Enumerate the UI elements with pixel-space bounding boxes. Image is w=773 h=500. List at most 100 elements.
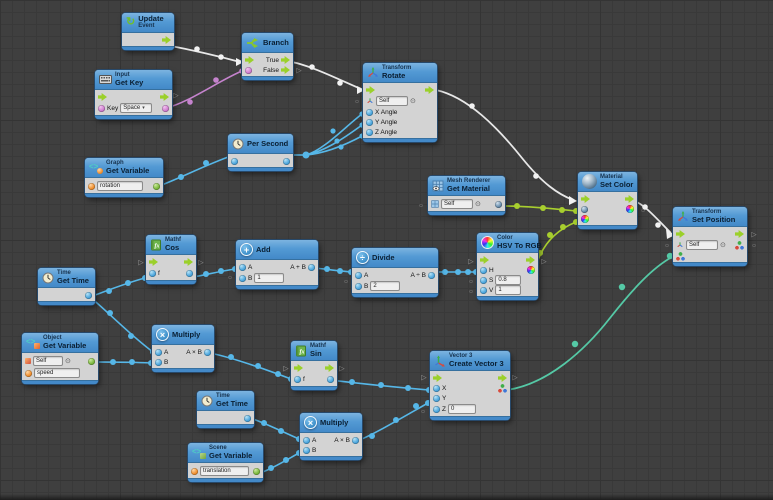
unconnected-flow-marker[interactable]: ▷ [512,375,517,382]
node-create-vector3[interactable]: Vector 3 Create Vector 3 X Y Z 0 [430,351,510,420]
value-in-port[interactable] [231,158,238,165]
flow-out-port[interactable] [184,258,193,266]
wire-add-to-divide[interactable] [312,265,354,275]
node-get-material[interactable]: Mesh Renderer Get Material Self ⊙ [428,176,505,215]
s-value-field[interactable]: 0.8 [495,275,521,285]
self-field[interactable]: Self [376,96,408,106]
node-sin[interactable]: fx Mathf Sin f [291,341,337,390]
node-multiply-b[interactable]: × Multiply A A × B B [300,413,362,460]
node-per-second[interactable]: Per Second [228,134,293,171]
wire-rotation-variable-to-persecond[interactable] [156,153,234,189]
z-angle-port[interactable] [366,129,373,136]
flow-in-port[interactable] [581,195,590,203]
h-in-port[interactable] [480,267,487,274]
wire-gettime-to-multiply-a[interactable] [90,297,156,355]
value-out-port[interactable] [253,468,260,475]
a-in-port[interactable] [239,264,246,271]
result-out-port[interactable] [308,264,315,271]
flow-in-port[interactable] [676,230,685,238]
flow-out-port[interactable] [162,36,171,44]
node-graph-get-variable[interactable]: <> Graph Get Variable rotation [85,158,163,197]
value-out-port[interactable] [88,358,95,365]
unconnected-flow-marker[interactable]: ▷ [468,259,473,266]
b-in-port[interactable] [239,275,246,282]
x-angle-port[interactable] [366,109,373,116]
unconnected-value-marker[interactable]: ○ [469,279,473,286]
node-cos[interactable]: fx Mathf Cos f [146,235,196,284]
condition-port[interactable] [245,67,252,74]
wire-translation-variable-to-multiply2-b[interactable] [257,450,302,476]
variable-name-field[interactable]: speed [34,368,80,378]
vector-out-port[interactable] [735,241,744,250]
key-out-port[interactable] [162,105,169,112]
node-get-key[interactable]: Input Get Key Key Space [95,70,172,119]
node-set-position[interactable]: Transform Set Position Self ⊙ [673,207,747,266]
flow-in-port[interactable] [433,374,442,382]
a-in-port[interactable] [355,272,362,279]
key-dropdown[interactable]: Space [120,103,152,113]
color-in-port[interactable] [581,215,589,223]
wire-getkey-to-branch-condition[interactable] [163,68,245,111]
color-out-port[interactable] [626,205,634,213]
wire-update-to-branch[interactable] [166,45,244,66]
unconnected-value-marker[interactable]: ○ [641,208,645,215]
flow-in-port[interactable] [480,256,489,264]
flow-out-port[interactable] [425,86,434,94]
flow-out-false-port[interactable] [281,66,290,74]
z-value-field[interactable]: 0 [448,404,476,414]
b-value-field[interactable]: 1 [254,273,284,283]
a-in-port[interactable] [303,437,310,444]
unconnected-value-marker[interactable]: ○ [665,243,669,250]
flow-in-port[interactable] [149,258,158,266]
unconnected-value-marker[interactable]: ○ [355,99,359,106]
b-in-port[interactable] [355,283,362,290]
node-update-event[interactable]: ↻ Update Event [122,13,174,50]
v-in-port[interactable] [480,287,487,294]
time-out-port[interactable] [244,415,251,422]
unconnected-value-marker[interactable]: ○ [344,279,348,286]
result-out-port[interactable] [327,376,334,383]
f-in-port[interactable] [149,270,156,277]
s-in-port[interactable] [480,277,487,284]
flow-in-port[interactable] [245,56,254,64]
node-branch[interactable]: Branch True False [242,33,293,80]
wire-gettime2-to-multiply2-a[interactable] [247,415,302,442]
wire-speed-variable-to-multiply-b[interactable] [94,359,154,366]
v-value-field[interactable]: 1 [495,285,521,295]
node-set-color[interactable]: Material Set Color [578,172,637,229]
unconnected-flow-marker[interactable]: ▷ [296,68,301,75]
unconnected-flow-marker[interactable]: ▷ [541,259,546,266]
value-out-port[interactable] [283,158,290,165]
unconnected-flow-marker[interactable]: ▷ [421,375,426,382]
wire-multiply-to-sin[interactable] [207,350,294,382]
node-add[interactable]: + Add A A + B B 1 [236,240,318,289]
wire-gettime-to-cos[interactable] [87,275,148,300]
material-in-port[interactable] [581,206,588,213]
result-out-port[interactable] [428,272,435,279]
self-field[interactable]: Self [441,199,473,209]
flow-in-port[interactable] [98,93,107,101]
material-out-port[interactable] [495,201,502,208]
node-multiply-a[interactable]: × Multiply A A × B B [152,325,214,372]
flow-in-port[interactable] [294,364,303,372]
wire-multiply2-to-vector3-y[interactable] [354,400,431,444]
flow-out-port[interactable] [526,256,535,264]
unconnected-value-marker[interactable]: ○ [421,409,425,416]
unconnected-flow-marker[interactable]: ▷ [198,260,203,267]
node-get-time-a[interactable]: Time Get Time [38,268,95,305]
value-out-port[interactable] [153,183,160,190]
flow-out-true-port[interactable] [281,56,290,64]
wire-getmaterial-to-setcolor-material[interactable] [499,203,579,214]
unconnected-flow-marker[interactable]: ▷ [283,366,288,373]
unconnected-value-marker[interactable]: ○ [419,203,423,210]
wire-sin-to-vector3-x[interactable] [327,377,432,393]
node-hsv-to-rgb[interactable]: Color HSV To RGB H S 0.8 V 1 [477,233,538,300]
b-in-port[interactable] [155,359,162,366]
color-out-port[interactable] [527,266,535,274]
target-icon[interactable]: ⊙ [720,242,726,249]
variable-name-field[interactable]: rotation [97,181,143,191]
flow-out-port[interactable] [498,374,507,382]
visual-scripting-canvas[interactable]: ▷ ▷ ○ ▷ ▷ ○ ○ ▷ ▷ ○ ○ ○ ○ ▷ ▷ ▷ ▷ ○ ○ ▷ … [0,0,773,500]
result-out-port[interactable] [204,349,211,356]
name-in-port[interactable] [191,468,198,475]
